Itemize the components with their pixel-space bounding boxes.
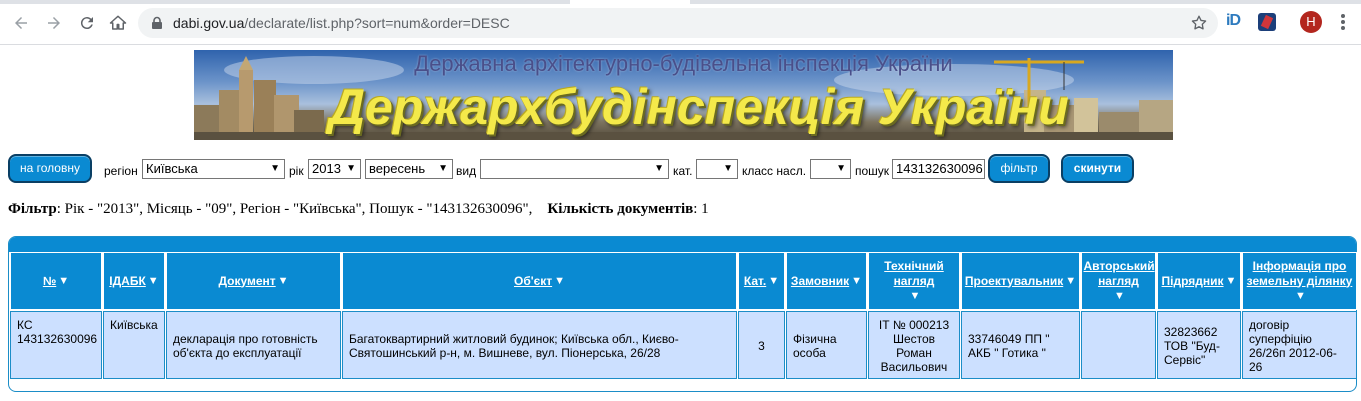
cell-tech-supervision: ІТ № 000213 Шестов Роман Васильович (868, 311, 960, 379)
url-text: dabi.gov.ua/declarate/list.php?sort=num&… (173, 15, 510, 31)
header-tech-supervision[interactable]: Технічний нагляд ▼ (868, 252, 960, 310)
back-icon[interactable] (10, 12, 32, 34)
search-label: пошук (855, 164, 890, 178)
cell-category: 3 (738, 311, 785, 379)
sort-arrow-icon: ▼ (768, 274, 780, 287)
dropdown-arrow-icon: ▼ (654, 163, 664, 174)
profile-avatar[interactable]: H (1300, 11, 1322, 33)
year-select[interactable]: 2013 ▼ (308, 159, 361, 179)
cell-land-info: договір суперфіцію 26/26п 2012-06-26 (1242, 311, 1357, 379)
table-caption-bar (9, 237, 1356, 252)
sort-arrow-icon: ▼ (277, 274, 289, 287)
header-object[interactable]: Об'єкт ▼ (342, 252, 737, 310)
menu-dots-icon[interactable] (1335, 12, 1351, 32)
browser-toolbar: dabi.gov.ua/declarate/list.php?sort=num&… (0, 0, 1361, 45)
category-select[interactable]: ▼ (696, 159, 738, 179)
region-label: регіон (104, 164, 138, 178)
cell-idabk: Київська (103, 311, 165, 379)
sort-arrow-icon: ▼ (1225, 274, 1237, 287)
dropdown-arrow-icon: ▼ (270, 163, 280, 174)
sort-arrow-icon: ▼ (1114, 289, 1125, 302)
category-label: кат. (673, 164, 693, 178)
header-customer[interactable]: Замовник ▼ (786, 252, 867, 310)
header-idabk[interactable]: ІДАБК ▼ (103, 252, 165, 310)
tab-strip (0, 0, 1361, 4)
filter-summary: Фільтр: Рік - "2013", Місяць - "09", Рег… (8, 201, 709, 217)
sort-arrow-icon: ▼ (1295, 289, 1306, 302)
dropdown-arrow-icon: ▼ (836, 163, 846, 174)
header-contractor[interactable]: Підрядник ▼ (1157, 252, 1241, 310)
header-land-info[interactable]: Інформація про земельну ділянку ▼ (1242, 252, 1357, 310)
sort-arrow-icon: ▼ (851, 274, 863, 287)
header-document[interactable]: Документ ▼ (166, 252, 341, 310)
header-banner: Державна архітектурно-будівельна інспекц… (194, 50, 1173, 140)
header-num[interactable]: № ▼ (10, 252, 102, 310)
region-select[interactable]: Київська ▼ (142, 159, 285, 179)
class-label: класс насл. (742, 164, 807, 178)
dropdown-arrow-icon: ▼ (723, 163, 733, 174)
type-select[interactable]: ▼ (480, 159, 669, 179)
home-page-button[interactable]: на головну (8, 154, 92, 183)
active-tab[interactable] (570, 0, 690, 4)
year-label: рік (289, 164, 304, 178)
header-author-supervision[interactable]: Авторський нагляд ▼ (1081, 252, 1156, 310)
banner-title: Держархбудінспекція України (329, 79, 1069, 135)
reload-icon[interactable] (76, 12, 98, 34)
sort-arrow-icon: ▼ (58, 274, 70, 287)
bookmark-star-icon[interactable] (1190, 14, 1208, 32)
cell-customer: Фізична особа (786, 311, 867, 379)
extension-id-icon[interactable]: iD (1226, 12, 1241, 30)
dropdown-arrow-icon: ▼ (438, 163, 448, 174)
sort-arrow-icon: ▼ (909, 289, 921, 302)
cell-object: Багатоквартирний житловий будинок; Київс… (342, 311, 737, 379)
search-input[interactable]: 143132630096 (892, 159, 985, 179)
month-select[interactable]: вересень ▼ (365, 159, 453, 179)
extension-icon[interactable] (1258, 13, 1276, 31)
header-designer[interactable]: Проектувальник ▼ (961, 252, 1080, 310)
cell-author-supervision (1081, 311, 1156, 379)
sort-arrow-icon: ▼ (554, 274, 565, 287)
forward-icon[interactable] (43, 12, 65, 34)
cell-designer: 33746049 ПП " АКБ " Готика " (961, 311, 1080, 379)
home-icon[interactable] (107, 12, 129, 34)
class-select[interactable]: ▼ (810, 159, 851, 179)
address-bar[interactable]: dabi.gov.ua/declarate/list.php?sort=num&… (138, 8, 1218, 38)
cell-contractor: 32823662 ТОВ "Буд-Сервіс" (1157, 311, 1241, 379)
lock-icon (152, 16, 162, 29)
sort-arrow-icon: ▼ (1065, 274, 1077, 287)
dropdown-arrow-icon: ▼ (346, 163, 356, 174)
sort-arrow-icon: ▼ (147, 274, 159, 287)
cell-num: КС 143132630096 (10, 311, 102, 379)
cell-document: декларація про готовність об'єкта до екс… (166, 311, 341, 379)
type-label: вид (456, 164, 477, 178)
reset-button[interactable]: скинути (1061, 154, 1134, 183)
header-category[interactable]: Кат. ▼ (738, 252, 785, 310)
filter-button[interactable]: фільтр (988, 154, 1050, 183)
banner-subtitle: Державна архітектурно-будівельна інспекц… (414, 51, 953, 76)
